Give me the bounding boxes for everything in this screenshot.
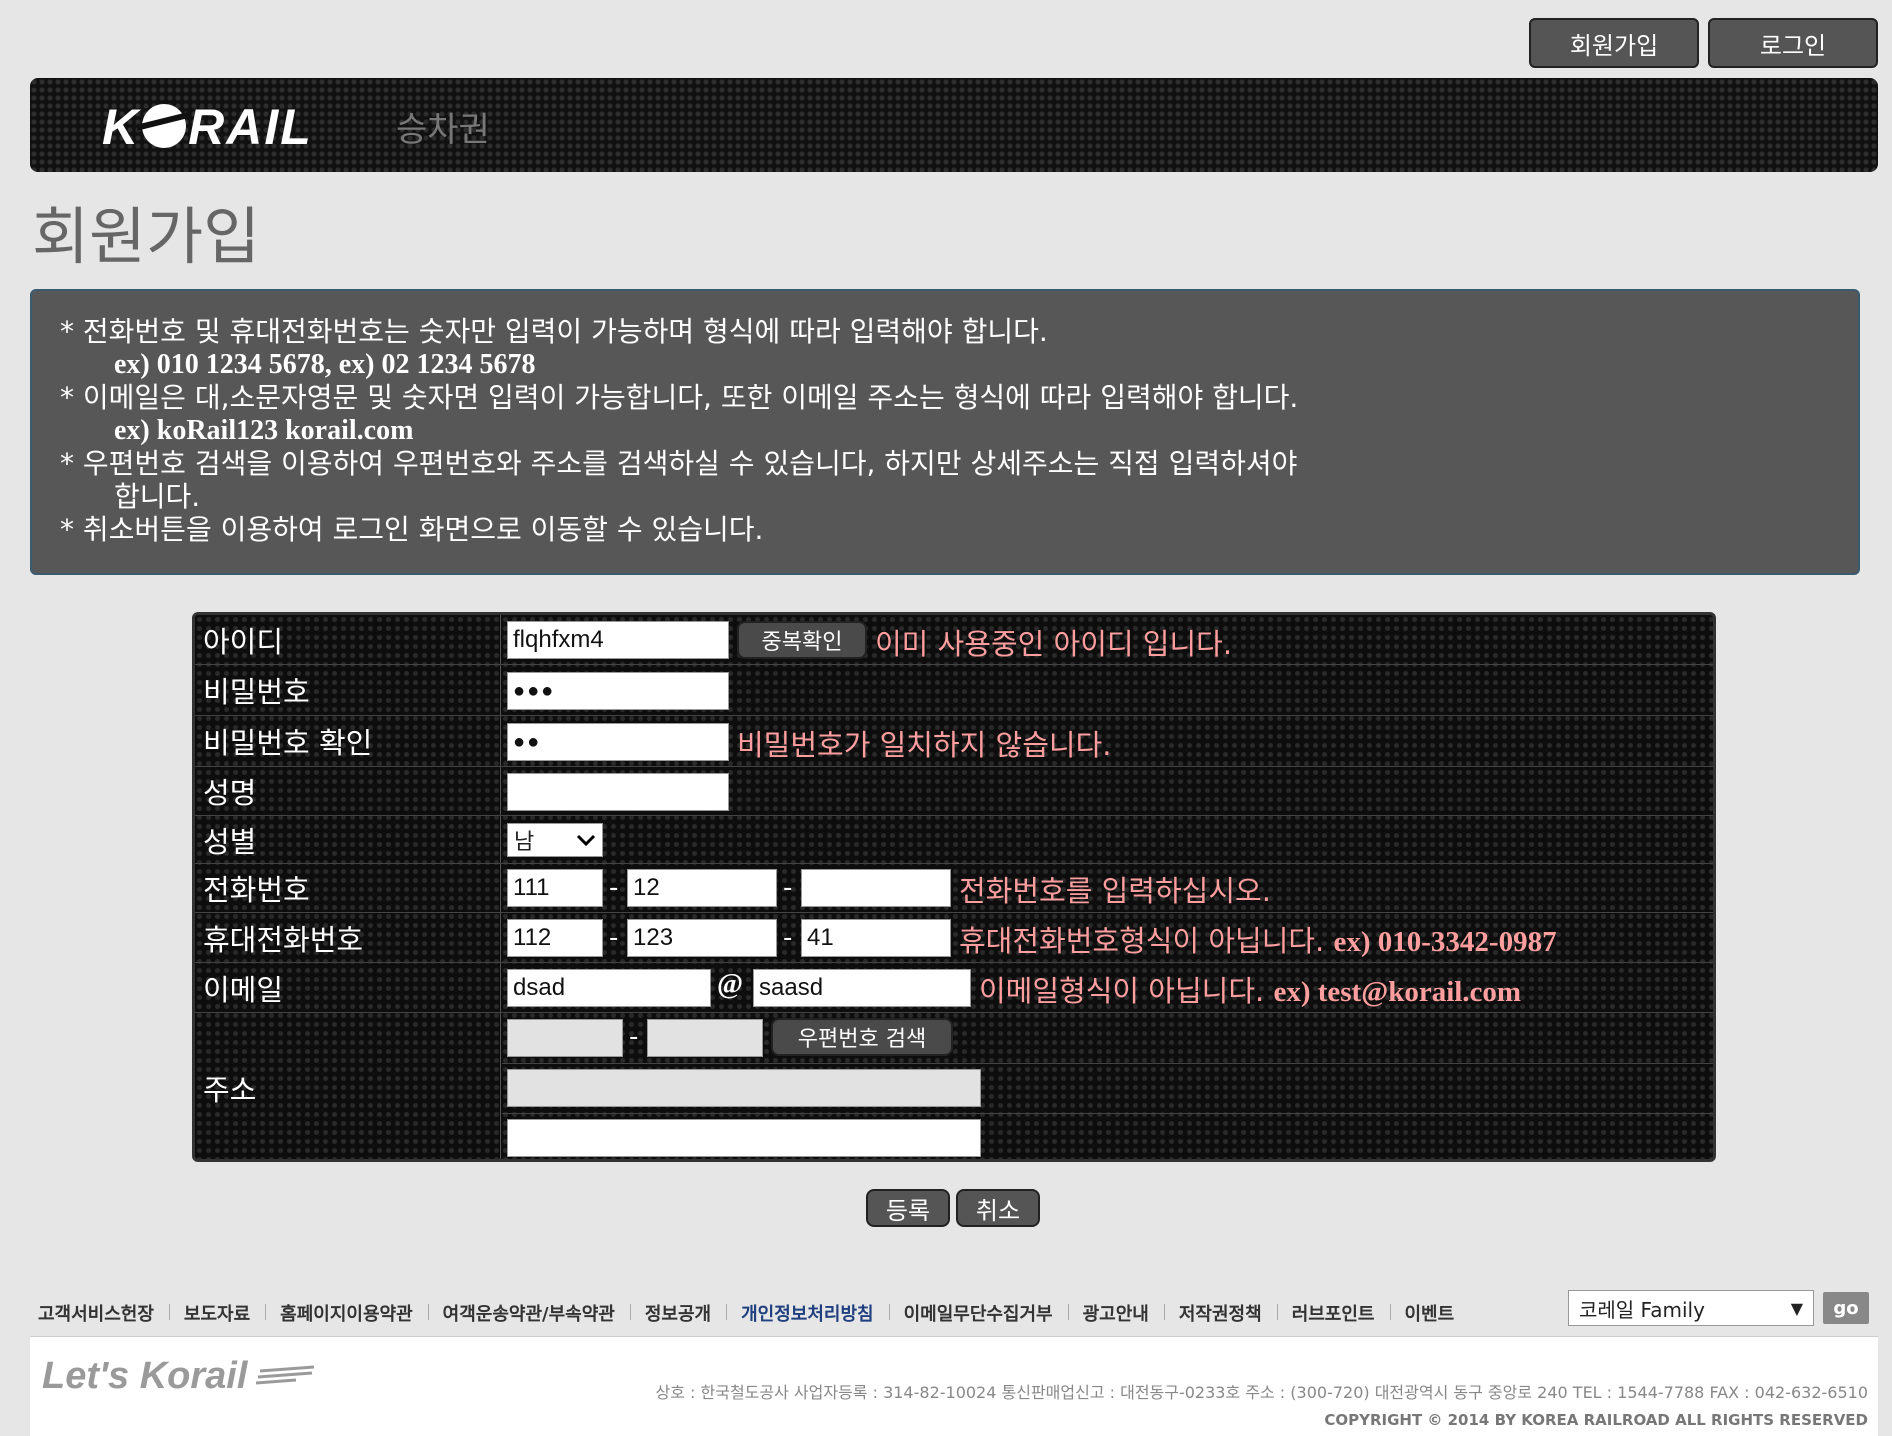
zipcode-part2-input[interactable] [647, 1019, 763, 1057]
row-mobile: 휴대전화번호 112 - 123 - 41 휴대전화번호형식이 아닙니다. ex… [195, 913, 1713, 963]
phone-separator-1: - [609, 873, 619, 903]
join-button[interactable]: 회원가입 [1529, 18, 1699, 68]
footer-link-event[interactable]: 이벤트 [1389, 1300, 1470, 1326]
notice-line-1: * 전화번호 및 휴대전화번호는 숫자만 입력이 가능하며 형식에 따라 입력해… [60, 315, 1048, 348]
footer-link-privacy-policy[interactable]: 개인정보처리방침 [726, 1300, 888, 1326]
id-label: 아이디 [195, 615, 501, 664]
password-confirm-input[interactable]: ●● [507, 723, 729, 761]
email-error-message: 이메일형식이 아닙니다. ex) test@korail.com [979, 968, 1521, 1010]
password-input[interactable]: ●●● [507, 672, 729, 710]
gender-label: 성별 [195, 816, 501, 863]
copyright-text: COPYRIGHT © 2014 BY KOREA RAILROAD ALL R… [1324, 1411, 1868, 1429]
footer-info-area: Let's Korail 상호 : 한국철도공사 사업자등록 : 314-82-… [30, 1336, 1878, 1436]
notice-line-3: * 우편번호 검색을 이용하여 우편번호와 주소를 검색하실 수 있습니다, 하… [60, 447, 1298, 480]
mobile-separator-1: - [609, 923, 619, 953]
footer-links: 고객서비스헌장 보도자료 홈페이지이용약관 여객운송약관/부속약관 정보공개 개… [38, 1300, 1469, 1326]
mobile-part2-input[interactable]: 123 [627, 919, 777, 957]
footer-link-love-point[interactable]: 러브포인트 [1276, 1300, 1390, 1326]
email-local-input[interactable]: dsad [507, 969, 711, 1007]
mobile-error-message: 휴대전화번호형식이 아닙니다. ex) 010-3342-0987 [959, 918, 1557, 960]
notice-line-3-continued: 합니다. [114, 480, 201, 513]
row-id: 아이디 flqhfxm4 중복확인 이미 사용중인 아이디 입니다. [195, 615, 1713, 665]
logo-speed-lines-icon [256, 1365, 315, 1385]
name-input[interactable] [507, 773, 729, 811]
email-label: 이메일 [195, 963, 501, 1012]
page-title: 회원가입 [32, 200, 261, 273]
name-label: 성명 [195, 767, 501, 815]
row-password: 비밀번호 ●●● [195, 665, 1713, 716]
footer-link-advertising[interactable]: 광고안내 [1067, 1300, 1164, 1326]
row-password-confirm: 비밀번호 확인 ●● 비밀번호가 일치하지 않습니다. [195, 716, 1713, 767]
row-gender: 성별 남 [195, 816, 1713, 864]
notice-line-4: * 취소버튼을 이용하여 로그인 화면으로 이동할 수 있습니다. [60, 513, 764, 546]
korail-logo[interactable]: K RAIL [102, 98, 313, 156]
id-input[interactable]: flqhfxm4 [507, 621, 729, 659]
company-info: 상호 : 한국철도공사 사업자등록 : 314-82-10024 통신판매업신고… [655, 1383, 1869, 1402]
phone-error-message: 전화번호를 입력하십시오. [959, 874, 1271, 908]
mobile-error-example: ex) 010-3342-0987 [1333, 926, 1557, 958]
row-address: 주소 - 우편번호 검색 [195, 1013, 1713, 1159]
mobile-label: 휴대전화번호 [195, 913, 501, 962]
row-phone: 전화번호 111 - 12 - 전화번호를 입력하십시오. [195, 864, 1713, 913]
duplicate-check-button[interactable]: 중복확인 [737, 621, 867, 659]
nav-ticket[interactable]: 승차권 [396, 102, 490, 151]
address-line1-input[interactable] [507, 1069, 981, 1107]
address-line2-input[interactable] [507, 1119, 981, 1157]
mobile-part3-input[interactable]: 41 [801, 919, 951, 957]
row-email: 이메일 dsad @ saasd 이메일형식이 아닙니다. ex) test@k… [195, 963, 1713, 1013]
chevron-down-icon [576, 834, 596, 847]
notice-box: * 전화번호 및 휴대전화번호는 숫자만 입력이 가능하며 형식에 따라 입력해… [30, 289, 1860, 575]
notice-line-1-example: ex) 010 1234 5678, ex) 02 1234 5678 [114, 349, 536, 380]
footer-link-copyright-policy[interactable]: 저작권정책 [1163, 1300, 1277, 1326]
id-error-message: 이미 사용중인 아이디 입니다. [875, 627, 1233, 661]
email-error-example: ex) test@korail.com [1273, 976, 1522, 1008]
mobile-separator-2: - [783, 923, 793, 953]
mobile-error-text: 휴대전화번호형식이 아닙니다. [959, 924, 1325, 958]
go-button[interactable]: go [1823, 1292, 1869, 1324]
family-site-select[interactable]: 코레일 Family ▼ [1568, 1290, 1814, 1326]
address-divider-1 [502, 1063, 1713, 1064]
zipcode-part1-input[interactable] [507, 1019, 623, 1057]
dropdown-arrow-icon: ▼ [1790, 1298, 1803, 1318]
footer-link-terms[interactable]: 홈페이지이용약관 [265, 1300, 427, 1326]
notice-line-2: * 이메일은 대,소문자영문 및 숫자면 입력이 가능합니다, 또한 이메일 주… [60, 381, 1299, 414]
signup-form: 아이디 flqhfxm4 중복확인 이미 사용중인 아이디 입니다. 비밀번호 … [192, 612, 1716, 1162]
footer-link-email-refusal[interactable]: 이메일무단수집거부 [888, 1300, 1068, 1326]
zipcode-search-button[interactable]: 우편번호 검색 [771, 1018, 953, 1056]
password-mismatch-message: 비밀번호가 일치하지 않습니다. [737, 728, 1112, 762]
submit-button[interactable]: 등록 [866, 1189, 950, 1227]
header-bar: K RAIL 승차권 [30, 78, 1878, 172]
phone-part2-input[interactable]: 12 [627, 869, 777, 907]
phone-label: 전화번호 [195, 864, 501, 912]
footer-link-transport-terms[interactable]: 여객운송약관/부속약관 [427, 1300, 630, 1326]
password-label: 비밀번호 [195, 665, 501, 715]
notice-line-2-example: ex) koRail123 korail.com [114, 415, 414, 446]
logo-o-icon [142, 104, 187, 148]
family-site-selected: 코레일 Family [1579, 1297, 1705, 1322]
login-button[interactable]: 로그인 [1708, 18, 1878, 68]
email-at-sign: @ [717, 969, 744, 1000]
gender-select[interactable]: 남 [507, 823, 603, 857]
phone-part1-input[interactable]: 111 [507, 869, 603, 907]
footer-link-disclosure[interactable]: 정보공개 [629, 1300, 726, 1326]
address-divider-2 [502, 1113, 1713, 1114]
row-name: 성명 [195, 767, 1713, 816]
footer-link-press[interactable]: 보도자료 [168, 1300, 265, 1326]
phone-part3-input[interactable] [801, 869, 951, 907]
phone-separator-2: - [783, 873, 793, 903]
lets-korail-logo: Let's Korail [42, 1355, 248, 1397]
cancel-button[interactable]: 취소 [956, 1189, 1040, 1227]
email-domain-input[interactable]: saasd [753, 969, 971, 1007]
mobile-part1-input[interactable]: 112 [507, 919, 603, 957]
email-error-text: 이메일형식이 아닙니다. [979, 974, 1265, 1008]
gender-selected-value: 남 [514, 830, 535, 855]
password-confirm-label: 비밀번호 확인 [195, 716, 501, 766]
zipcode-separator: - [629, 1022, 639, 1052]
footer-link-customer-charter[interactable]: 고객서비스헌장 [38, 1300, 169, 1326]
address-label: 주소 [195, 1013, 501, 1159]
